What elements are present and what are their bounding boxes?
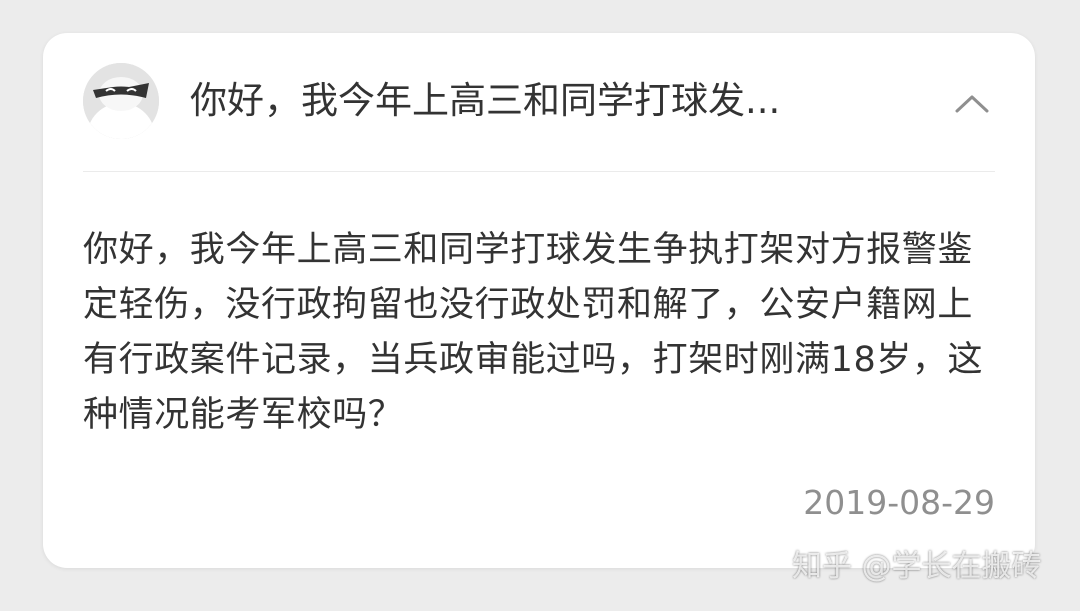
question-title: 你好，我今年上高三和同学打球发... bbox=[190, 79, 781, 122]
header-divider bbox=[83, 171, 995, 172]
collapse-button[interactable] bbox=[948, 79, 996, 127]
chevron-up-icon bbox=[955, 95, 989, 113]
watermark-text: 知乎 @学长在搬砖 bbox=[792, 549, 1042, 584]
question-content: 你好，我今年上高三和同学打球发生争执打架对方报警鉴定轻伤，没行政拘留也没行政处罚… bbox=[83, 230, 984, 435]
question-card: 你好，我今年上高三和同学打球发... 你好，我今年上高三和同学打球发生争执打架对… bbox=[43, 33, 1035, 568]
question-date: 2019-08-29 bbox=[803, 483, 995, 522]
avatar[interactable] bbox=[83, 63, 159, 139]
anonymous-avatar-icon bbox=[83, 63, 159, 139]
question-header[interactable]: 你好，我今年上高三和同学打球发... bbox=[43, 33, 1035, 171]
